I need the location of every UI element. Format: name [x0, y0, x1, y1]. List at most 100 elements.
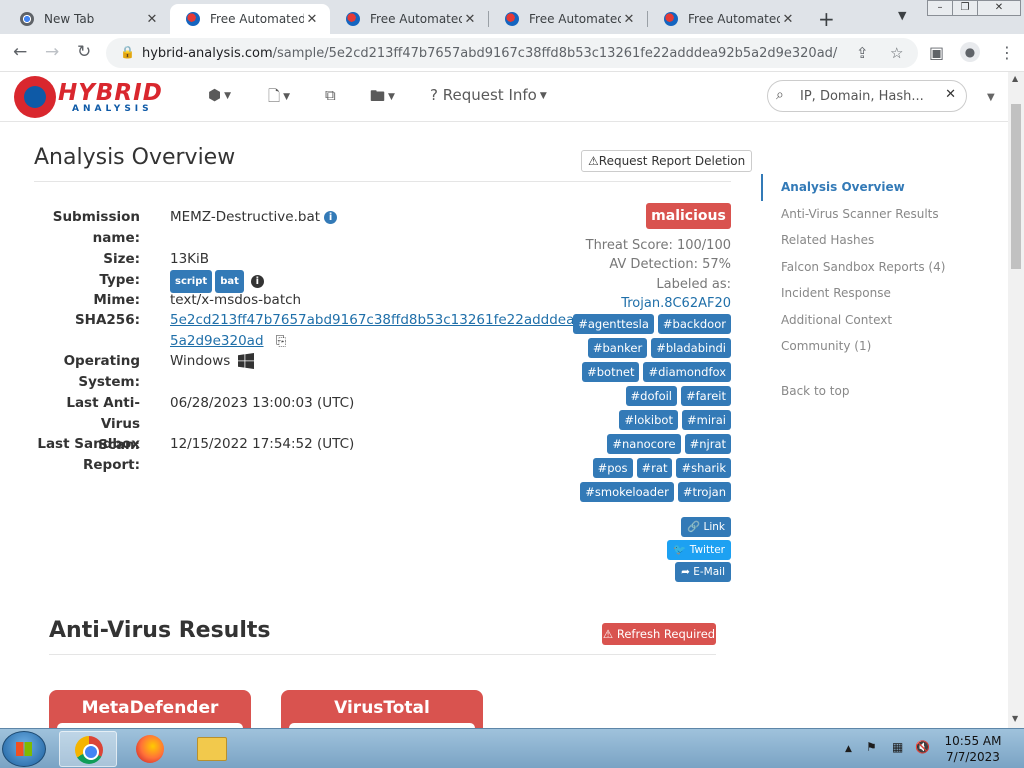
network-icon[interactable]: ▦	[892, 740, 903, 754]
tag-badge[interactable]: #nanocore	[607, 434, 681, 454]
sidenav-item[interactable]: Additional Context	[761, 307, 961, 334]
sidenav-item[interactable]: Anti-Virus Scanner Results	[761, 201, 961, 228]
system-clock[interactable]: 10:55 AM 7/7/2023	[940, 733, 1006, 765]
scroll-up-arrow-icon[interactable]: ▲	[1012, 74, 1018, 83]
start-button[interactable]	[2, 731, 46, 767]
hybrid-analysis-favicon-icon	[186, 12, 200, 26]
close-icon[interactable]: ✕	[144, 12, 160, 27]
share-link-button[interactable]: 🔗 Link	[681, 517, 731, 537]
search-icon: ⌕	[776, 87, 784, 103]
copy-files-button[interactable]: ⧉	[325, 86, 336, 104]
tag-badge[interactable]: #diamondfox	[643, 362, 731, 382]
taskbar-chrome[interactable]	[59, 731, 117, 767]
tab-3[interactable]: Free Automated M ✕	[330, 4, 488, 34]
flag-icon[interactable]: ⚑	[866, 740, 877, 754]
share-email-button[interactable]: ➦ E-Mail	[675, 562, 731, 582]
verdict-badge: malicious	[646, 203, 731, 229]
files-icon: ⧉	[325, 86, 336, 104]
file-upload-menu[interactable]: 🗋 ▼	[268, 86, 290, 111]
chrome-icon	[20, 12, 34, 26]
copy-clipboard-icon[interactable]: ⎘	[276, 334, 286, 349]
hybrid-analysis-favicon-icon	[346, 12, 360, 26]
chevron-down-icon[interactable]: ▼	[987, 92, 995, 103]
sandbox-menu[interactable]: ⬢ ▼	[208, 86, 231, 104]
taskbar-explorer[interactable]	[183, 731, 241, 767]
hybrid-analysis-favicon-icon	[664, 12, 678, 26]
hybrid-analysis-logo[interactable]: HYBRID ANALYSIS	[14, 76, 184, 120]
share-twitter-button[interactable]: 🐦 Twitter	[667, 540, 731, 560]
tag-badge[interactable]: #dofoil	[625, 386, 677, 406]
tab-new-tab[interactable]: New Tab ✕	[4, 4, 170, 34]
sidenav-item[interactable]: Community (1)	[761, 333, 961, 360]
tag-badge[interactable]: #banker	[587, 338, 648, 358]
volume-muted-icon[interactable]: 🔇	[915, 740, 930, 754]
label-link[interactable]: Trojan.8C62AF20	[621, 296, 731, 311]
refresh-required-button[interactable]: ⚠ Refresh Required	[602, 623, 716, 645]
tag-badge[interactable]: #rat	[636, 458, 673, 478]
tag-badge[interactable]: #pos	[592, 458, 633, 478]
tag-badge[interactable]: #lokibot	[619, 410, 678, 430]
address-bar[interactable]: 🔒 hybrid-analysis.com/sample/5e2cd213ff4…	[106, 38, 918, 68]
close-window-icon[interactable]: ✕	[977, 0, 1021, 16]
site-header: HYBRID ANALYSIS ⬢ ▼ 🗋 ▼ ⧉ 🖿 ▼ ? Request Inf…	[0, 72, 1008, 122]
sidenav-item[interactable]: Falcon Sandbox Reports (4)	[761, 254, 961, 281]
av-card-virustotal: VirusTotal	[281, 690, 483, 733]
close-icon[interactable]: ✕	[621, 12, 637, 27]
sidenav-item[interactable]: Related Hashes	[761, 227, 961, 254]
av-card-title: VirusTotal	[334, 698, 430, 718]
close-icon[interactable]: ✕	[304, 12, 320, 27]
close-icon[interactable]: ✕	[780, 12, 796, 27]
sha256-link[interactable]: 5e2cd213ff47b7657abd9167c38ffd8b53c13261…	[170, 312, 600, 328]
reload-icon[interactable]: ↻	[77, 42, 91, 62]
profile-avatar-icon[interactable]: ●	[960, 42, 980, 62]
close-icon[interactable]: ✕	[462, 12, 478, 27]
tag-badge[interactable]: #bladabindi	[651, 338, 731, 358]
search-input[interactable]: ⌕ IP, Domain, Hash... ✕	[767, 80, 967, 112]
tag-row: #agenttesla #backdoor	[573, 314, 731, 334]
tag-row: #dofoil #fareit	[579, 386, 731, 406]
info-icon[interactable]: i	[324, 210, 338, 224]
tag-badge[interactable]: #agenttesla	[573, 314, 654, 334]
tab-title: Free Automated M	[370, 12, 462, 26]
taskbar-firefox[interactable]	[121, 731, 179, 767]
tag-badge[interactable]: #fareit	[681, 386, 731, 406]
restore-icon[interactable]: ❐	[952, 0, 978, 16]
share-icon[interactable]: ⇪	[856, 44, 869, 62]
tag-badge[interactable]: #smokeloader	[580, 482, 674, 502]
back-arrow-icon[interactable]: ←	[13, 42, 27, 62]
size-value: 13KiB	[170, 251, 210, 267]
tag-badge[interactable]: #mirai	[681, 410, 731, 430]
tag-badge[interactable]: #backdoor	[657, 314, 731, 334]
tag-badge[interactable]: #njrat	[684, 434, 731, 454]
request-info-menu[interactable]: ? Request Info ▼	[430, 86, 547, 104]
clear-search-icon[interactable]: ✕	[945, 87, 956, 102]
scroll-down-arrow-icon[interactable]: ▼	[1012, 714, 1018, 723]
tag-badge[interactable]: #sharik	[676, 458, 731, 478]
chrome-icon	[75, 736, 103, 764]
tag-badge[interactable]: #trojan	[677, 482, 731, 502]
vertical-scrollbar[interactable]: ▲ ▼	[1008, 72, 1024, 728]
url-text[interactable]: hybrid-analysis.com/sample/5e2cd213ff47b…	[142, 46, 837, 61]
side-panel-icon[interactable]: ▣	[929, 43, 944, 62]
tray-expand-icon[interactable]: ▲	[845, 744, 852, 754]
folder-menu[interactable]: 🖿 ▼	[370, 86, 395, 111]
lock-icon[interactable]: 🔒	[120, 45, 135, 59]
forward-arrow-icon[interactable]: →	[45, 42, 59, 62]
tab-5[interactable]: Free Automated M ✕	[648, 4, 806, 34]
sha256-link-cont[interactable]: 5a2d9e320ad	[170, 333, 264, 349]
tab-active[interactable]: Free Automated M ✕	[170, 4, 330, 34]
request-deletion-button[interactable]: ⚠Request Report Deletion	[581, 150, 753, 172]
tab-4[interactable]: Free Automated M ✕	[489, 4, 647, 34]
plus-icon[interactable]: +	[818, 7, 835, 31]
chevron-down-icon[interactable]: ▼	[898, 9, 906, 22]
info-icon[interactable]: i	[250, 275, 264, 288]
threat-score: Threat Score: 100/100	[585, 238, 731, 253]
sidenav-item[interactable]: Analysis Overview	[761, 174, 961, 201]
minimize-icon[interactable]: –	[927, 0, 953, 16]
star-icon[interactable]: ☆	[890, 44, 903, 62]
scrollbar-thumb[interactable]	[1011, 104, 1021, 269]
kebab-menu-icon[interactable]: ⋮	[999, 43, 1015, 62]
back-to-top-link[interactable]: Back to top	[781, 384, 849, 398]
sidenav-item[interactable]: Incident Response	[761, 280, 961, 307]
tag-badge[interactable]: #botnet	[582, 362, 640, 382]
